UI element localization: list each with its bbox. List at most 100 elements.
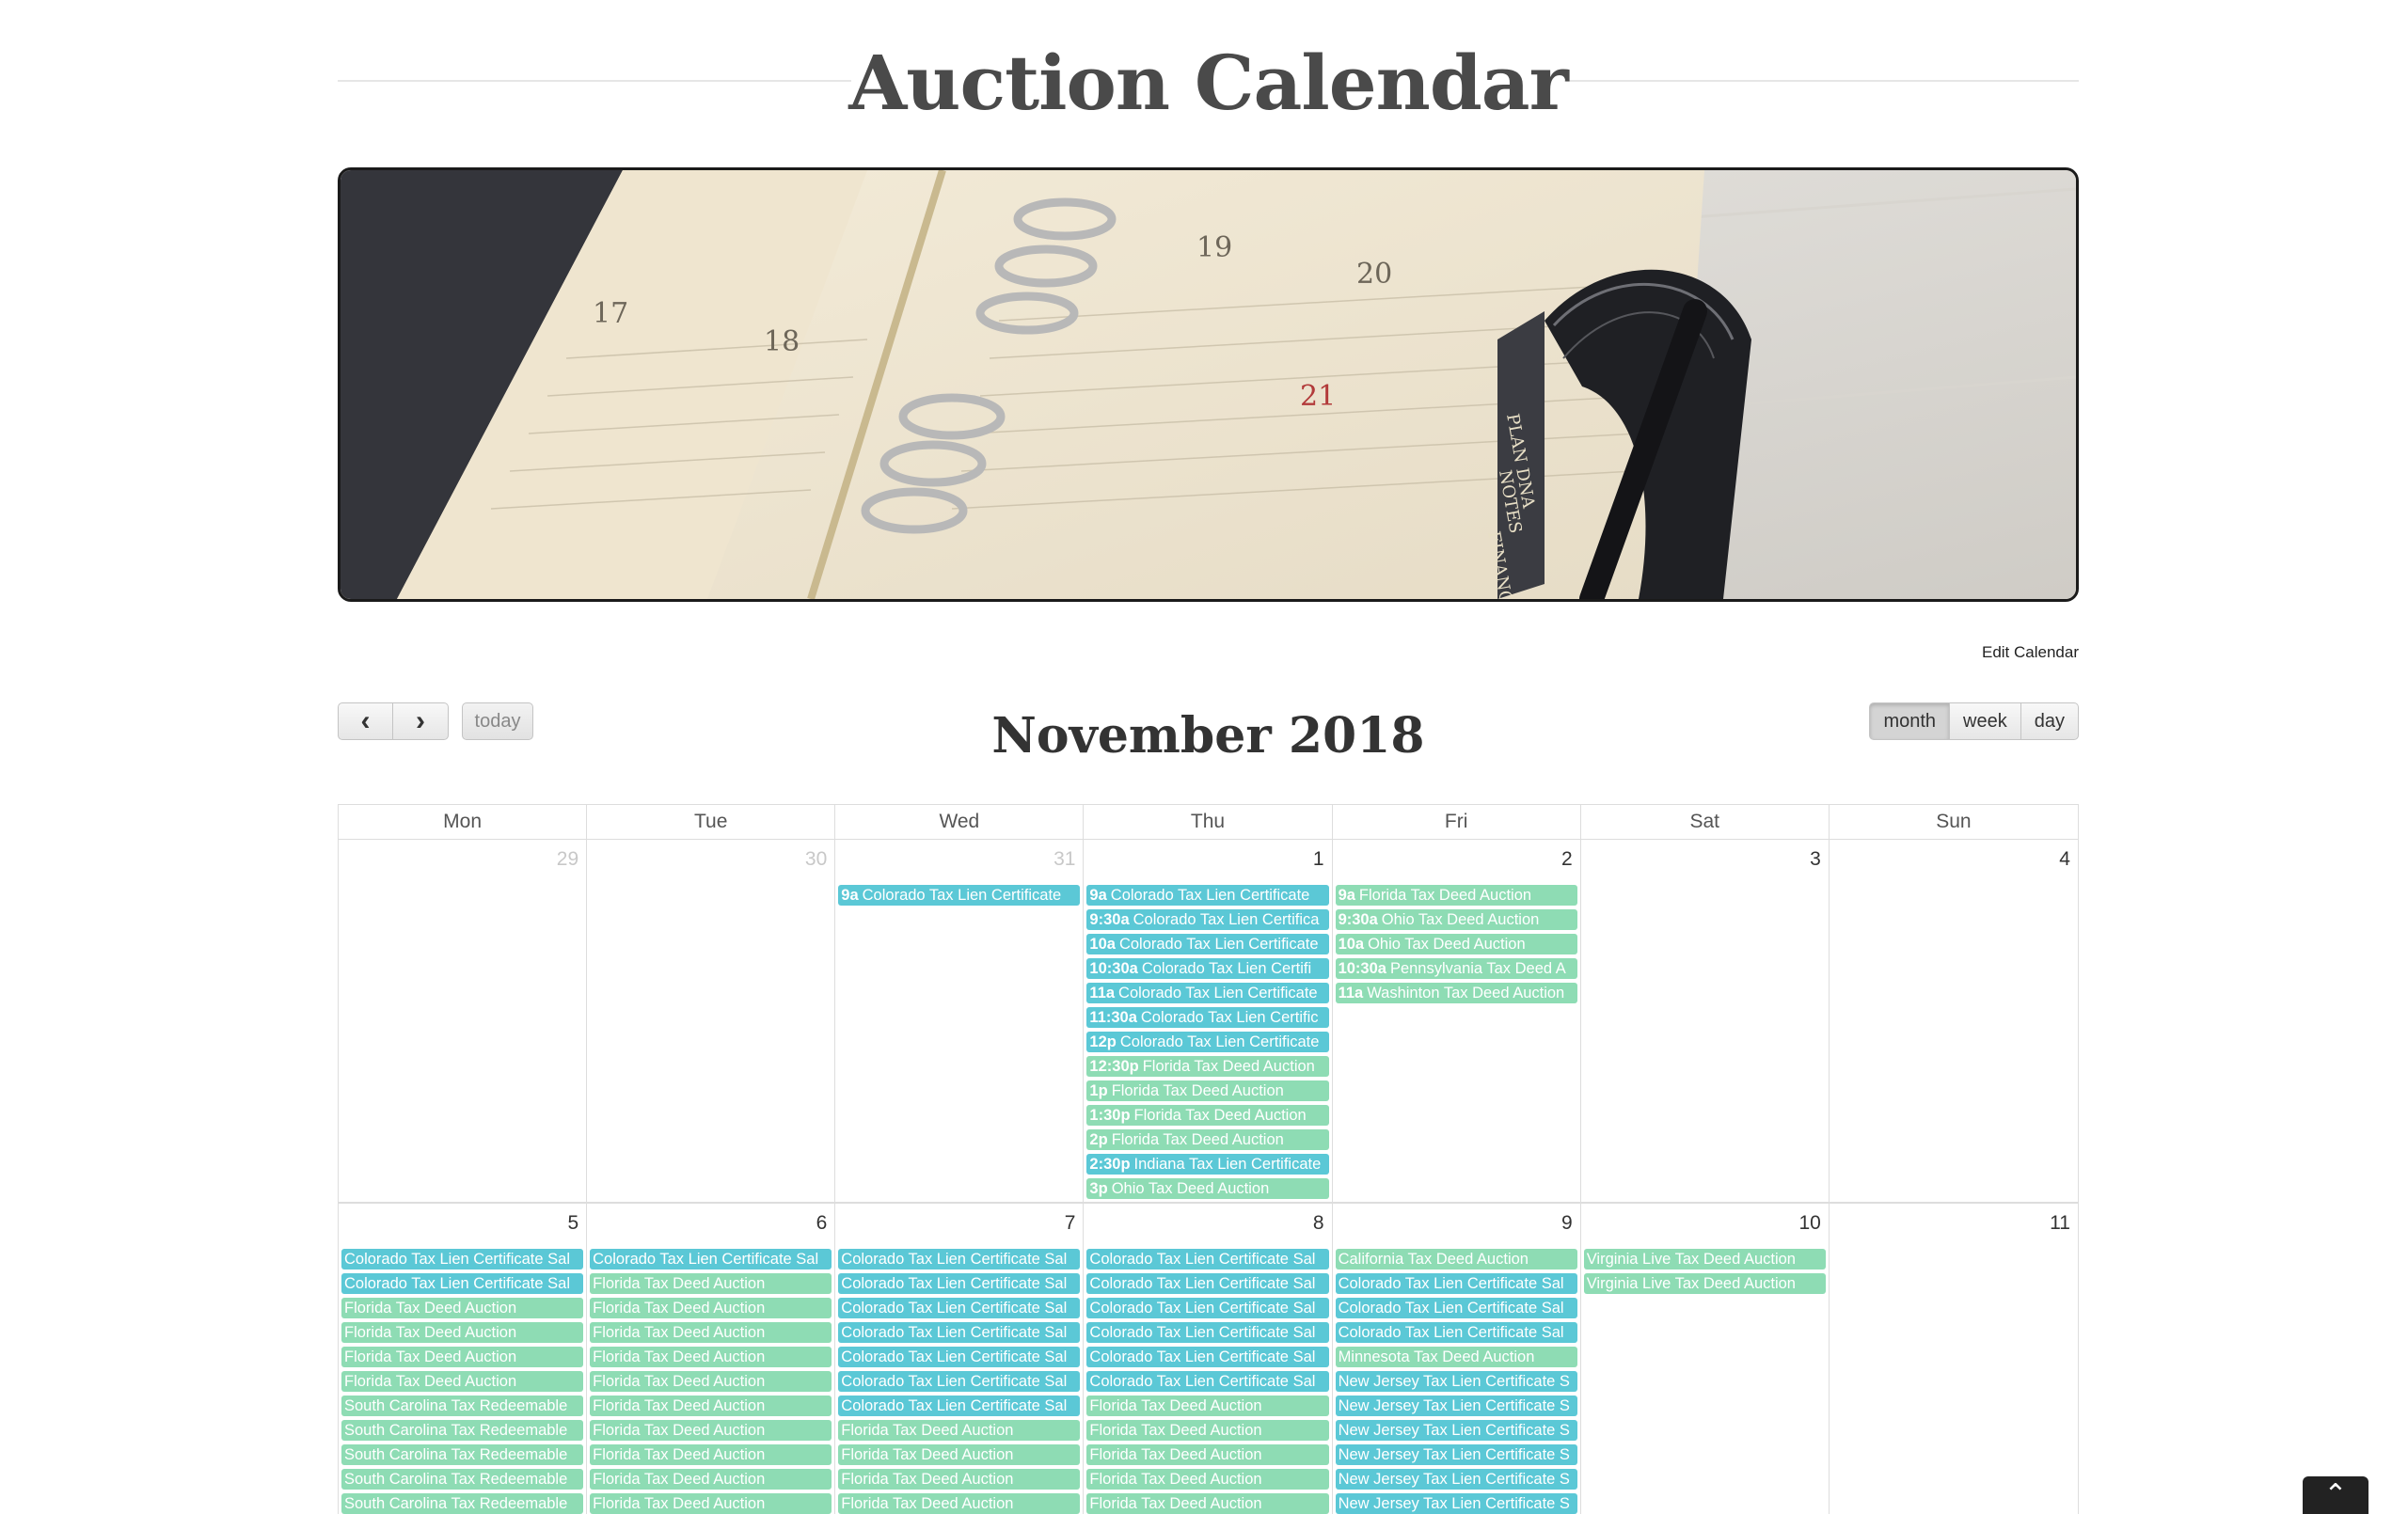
calendar-event[interactable]: Florida Tax Deed Auction xyxy=(838,1420,1081,1441)
calendar-event[interactable]: Colorado Tax Lien Certificate Sal xyxy=(838,1371,1081,1392)
event-title: Florida Tax Deed Auction xyxy=(593,1397,766,1414)
calendar-event[interactable]: 11a Washinton Tax Deed Auction xyxy=(1335,983,1577,1003)
calendar-event[interactable]: 10:30a Colorado Tax Lien Certifi xyxy=(1086,958,1329,979)
day-cell[interactable]: 7 Colorado Tax Lien Certificate Sal Colora… xyxy=(835,1204,1085,1514)
calendar-event[interactable]: 1p Florida Tax Deed Auction xyxy=(1086,1080,1329,1101)
calendar-event[interactable]: Florida Tax Deed Auction xyxy=(341,1371,584,1392)
calendar-event[interactable]: 10a Ohio Tax Deed Auction xyxy=(1335,934,1577,954)
day-cell[interactable]: 10 Virginia Live Tax Deed Auction Virginia… xyxy=(1581,1204,1830,1514)
calendar-event[interactable]: Colorado Tax Lien Certificate Sal xyxy=(1086,1371,1329,1392)
calendar-event[interactable]: 11:30a Colorado Tax Lien Certific xyxy=(1086,1007,1329,1028)
calendar-event[interactable]: Virginia Live Tax Deed Auction xyxy=(1583,1249,1826,1270)
event-title: Florida Tax Deed Auction xyxy=(1133,1107,1307,1124)
day-cell[interactable]: 8 Colorado Tax Lien Certificate Sal Colora… xyxy=(1084,1204,1333,1514)
calendar-event[interactable]: Minnesota Tax Deed Auction xyxy=(1335,1347,1577,1367)
calendar-event[interactable]: Florida Tax Deed Auction xyxy=(1086,1444,1329,1465)
day-cell[interactable]: 5 Colorado Tax Lien Certificate Sal Colora… xyxy=(339,1204,588,1514)
calendar-event[interactable]: Colorado Tax Lien Certificate Sal xyxy=(341,1273,584,1294)
week-view-button[interactable]: week xyxy=(1950,702,2021,740)
calendar-event[interactable]: South Carolina Tax Redeemable xyxy=(341,1396,584,1416)
calendar-event[interactable]: Florida Tax Deed Auction xyxy=(341,1322,584,1343)
calendar-event[interactable]: 1:30p Florida Tax Deed Auction xyxy=(1086,1105,1329,1126)
calendar-event[interactable]: Florida Tax Deed Auction xyxy=(590,1469,832,1490)
calendar-event[interactable]: Colorado Tax Lien Certificate Sal xyxy=(1086,1273,1329,1294)
calendar-event[interactable]: 2p Florida Tax Deed Auction xyxy=(1086,1129,1329,1150)
calendar-event[interactable]: Colorado Tax Lien Certificate Sal xyxy=(1335,1322,1577,1343)
calendar-event[interactable]: Colorado Tax Lien Certificate Sal xyxy=(838,1347,1081,1367)
calendar-event[interactable]: New Jersey Tax Lien Certificate S xyxy=(1335,1420,1577,1441)
calendar-event[interactable]: Florida Tax Deed Auction xyxy=(590,1444,832,1465)
calendar-event[interactable]: New Jersey Tax Lien Certificate S xyxy=(1335,1493,1577,1514)
calendar-event[interactable]: Florida Tax Deed Auction xyxy=(1086,1469,1329,1490)
calendar-event[interactable]: 12:30p Florida Tax Deed Auction xyxy=(1086,1056,1329,1077)
day-cell[interactable]: 29 xyxy=(339,840,588,1202)
event-title: Colorado Tax Lien Certificate Sal xyxy=(841,1275,1068,1292)
calendar-event[interactable]: Florida Tax Deed Auction xyxy=(1086,1396,1329,1416)
calendar-event[interactable]: Florida Tax Deed Auction xyxy=(590,1298,832,1318)
day-cell[interactable]: 9 California Tax Deed Auction Colorado Tax… xyxy=(1333,1204,1581,1514)
calendar-event[interactable]: Florida Tax Deed Auction xyxy=(341,1298,584,1318)
calendar-event[interactable]: Florida Tax Deed Auction xyxy=(590,1371,832,1392)
calendar-event[interactable]: Florida Tax Deed Auction xyxy=(1086,1493,1329,1514)
calendar-event[interactable]: New Jersey Tax Lien Certificate S xyxy=(1335,1444,1577,1465)
calendar-event[interactable]: Colorado Tax Lien Certificate Sal xyxy=(1335,1273,1577,1294)
calendar-event[interactable]: Colorado Tax Lien Certificate Sal xyxy=(838,1273,1081,1294)
calendar-event[interactable]: South Carolina Tax Redeemable xyxy=(341,1444,584,1465)
calendar-event[interactable]: New Jersey Tax Lien Certificate S xyxy=(1335,1469,1577,1490)
day-cell[interactable]: 30 xyxy=(587,840,836,1202)
calendar-event[interactable]: Colorado Tax Lien Certificate Sal xyxy=(1086,1249,1329,1270)
calendar-event[interactable]: New Jersey Tax Lien Certificate S xyxy=(1335,1371,1577,1392)
day-cell[interactable]: 31 9a Colorado Tax Lien Certificate xyxy=(835,840,1085,1202)
calendar-event[interactable]: Colorado Tax Lien Certificate Sal xyxy=(838,1298,1081,1318)
day-cell[interactable]: 6 Colorado Tax Lien Certificate Sal Florid… xyxy=(587,1204,836,1514)
calendar-event[interactable]: Colorado Tax Lien Certificate Sal xyxy=(1086,1322,1329,1343)
calendar-event[interactable]: Colorado Tax Lien Certificate Sal xyxy=(1086,1298,1329,1318)
calendar-event[interactable]: 11a Colorado Tax Lien Certificate xyxy=(1086,983,1329,1003)
calendar-event[interactable]: 9a Colorado Tax Lien Certificate xyxy=(838,885,1081,906)
calendar-event[interactable]: South Carolina Tax Redeemable xyxy=(341,1420,584,1441)
calendar-event[interactable]: Colorado Tax Lien Certificate Sal xyxy=(341,1249,584,1270)
calendar-event[interactable]: Colorado Tax Lien Certificate Sal xyxy=(838,1322,1081,1343)
calendar-event[interactable]: Virginia Live Tax Deed Auction xyxy=(1583,1273,1826,1294)
calendar-event[interactable]: Florida Tax Deed Auction xyxy=(590,1396,832,1416)
calendar-event[interactable]: Florida Tax Deed Auction xyxy=(590,1273,832,1294)
calendar-event[interactable]: 10:30a Pennsylvania Tax Deed A xyxy=(1335,958,1577,979)
calendar-event[interactable]: South Carolina Tax Redeemable xyxy=(341,1469,584,1490)
calendar-event[interactable]: Colorado Tax Lien Certificate Sal xyxy=(1086,1347,1329,1367)
calendar-event[interactable]: Florida Tax Deed Auction xyxy=(590,1322,832,1343)
calendar-event[interactable]: 2:30p Indiana Tax Lien Certificate xyxy=(1086,1154,1329,1175)
calendar-event[interactable]: 9a Colorado Tax Lien Certificate xyxy=(1086,885,1329,906)
day-cell[interactable]: 3 xyxy=(1581,840,1830,1202)
edit-calendar-link[interactable]: Edit Calendar xyxy=(1982,643,2079,662)
calendar-event[interactable]: Florida Tax Deed Auction xyxy=(590,1493,832,1514)
day-cell[interactable]: 4 xyxy=(1830,840,2078,1202)
day-view-button[interactable]: day xyxy=(2020,702,2079,740)
event-title: Florida Tax Deed Auction xyxy=(841,1446,1014,1463)
month-view-button[interactable]: month xyxy=(1869,702,1951,740)
calendar-event[interactable]: 3p Ohio Tax Deed Auction xyxy=(1086,1178,1329,1199)
calendar-event[interactable]: Florida Tax Deed Auction xyxy=(590,1347,832,1367)
calendar-event[interactable]: Colorado Tax Lien Certificate Sal xyxy=(1335,1298,1577,1318)
calendar-event[interactable]: 12p Colorado Tax Lien Certificate xyxy=(1086,1032,1329,1052)
calendar-event[interactable]: Florida Tax Deed Auction xyxy=(341,1347,584,1367)
calendar-event[interactable]: Colorado Tax Lien Certificate Sal xyxy=(838,1396,1081,1416)
scroll-to-top-button[interactable]: ⌃ xyxy=(2303,1476,2368,1514)
calendar-event[interactable]: 9a Florida Tax Deed Auction xyxy=(1335,885,1577,906)
calendar-event[interactable]: Colorado Tax Lien Certificate Sal xyxy=(590,1249,832,1270)
calendar-event[interactable]: 9:30a Colorado Tax Lien Certifica xyxy=(1086,909,1329,930)
calendar-event[interactable]: California Tax Deed Auction xyxy=(1335,1249,1577,1270)
calendar-event[interactable]: 9:30a Ohio Tax Deed Auction xyxy=(1335,909,1577,930)
day-cell[interactable]: 11 xyxy=(1830,1204,2078,1514)
day-cell[interactable]: 2 9a Florida Tax Deed Auction 9:30a Ohio Tax… xyxy=(1333,840,1581,1202)
calendar-event[interactable]: Florida Tax Deed Auction xyxy=(1086,1420,1329,1441)
day-cell[interactable]: 1 9a Colorado Tax Lien Certificate 9:30a Col… xyxy=(1084,840,1333,1202)
calendar-event[interactable]: Florida Tax Deed Auction xyxy=(838,1493,1081,1514)
calendar-event[interactable]: Colorado Tax Lien Certificate Sal xyxy=(838,1249,1081,1270)
calendar-event[interactable]: New Jersey Tax Lien Certificate S xyxy=(1335,1396,1577,1416)
event-time: 2p xyxy=(1089,1131,1108,1148)
calendar-event[interactable]: Florida Tax Deed Auction xyxy=(838,1469,1081,1490)
calendar-event[interactable]: Florida Tax Deed Auction xyxy=(838,1444,1081,1465)
calendar-event[interactable]: Florida Tax Deed Auction xyxy=(590,1420,832,1441)
calendar-event[interactable]: South Carolina Tax Redeemable xyxy=(341,1493,584,1514)
calendar-event[interactable]: 10a Colorado Tax Lien Certificate xyxy=(1086,934,1329,954)
